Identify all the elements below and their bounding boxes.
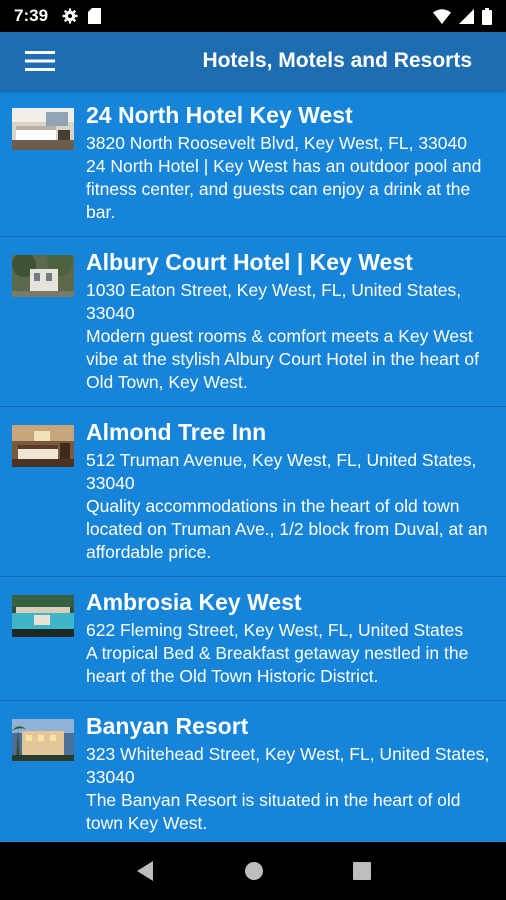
hotel-address: 3820 North Roosevelt Blvd, Key West, FL,… [86,133,467,153]
hotel-list-item[interactable]: Banyan Resort 323 Whitehead Street, Key … [0,701,506,842]
back-icon[interactable] [135,860,155,882]
battery-icon [482,7,492,25]
hotel-name: Ambrosia Key West [86,589,302,615]
home-icon[interactable] [244,861,264,881]
hotel-thumbnail [12,108,74,150]
hotel-address: 323 Whitehead Street, Key West, FL, Unit… [86,744,490,787]
hamburger-menu-icon[interactable] [0,32,80,90]
hotel-list-item[interactable]: Ambrosia Key West 622 Fleming Street, Ke… [0,577,506,701]
recents-icon[interactable] [353,862,372,880]
hotel-description: A tropical Bed & Breakfast getaway nestl… [86,643,469,686]
hotel-address: 622 Fleming Street, Key West, FL, United… [86,620,464,640]
hotel-thumbnail [12,719,74,761]
status-bar: 7:39 [0,0,506,32]
hotel-description: 24 North Hotel | Key West has an outdoor… [86,156,482,222]
hotel-address: 1030 Eaton Street, Key West, FL, United … [86,280,462,323]
hotel-address: 512 Truman Avenue, Key West, FL, United … [86,450,477,493]
hotel-name: Albury Court Hotel | Key West [86,249,413,275]
hotel-description: Modern guest rooms & comfort meets a Key… [86,326,479,392]
status-right-icons [433,7,492,25]
hotel-description: Quality accommodations in the heart of o… [86,496,488,562]
app-bar: Hotels, Motels and Resorts [0,32,506,90]
hotel-thumbnail [12,255,74,297]
app-title: Hotels, Motels and Resorts [202,49,472,72]
gear-icon [62,8,78,24]
hotel-description: The Banyan Resort is situated in the hea… [86,790,461,833]
hotel-name: 24 North Hotel Key West [86,102,353,128]
hotel-list-item[interactable]: 24 North Hotel Key West 3820 North Roose… [0,90,506,237]
hotel-list[interactable]: 24 North Hotel Key West 3820 North Roose… [0,90,506,842]
sim-card-icon [88,8,102,24]
hotel-list-item[interactable]: Albury Court Hotel | Key West 1030 Eaton… [0,237,506,407]
signal-icon [459,8,474,24]
status-time: 7:39 [14,6,49,25]
wifi-icon [433,8,451,24]
system-nav-bar [0,842,506,900]
hotel-list-item[interactable]: Almond Tree Inn 512 Truman Avenue, Key W… [0,407,506,577]
hotel-thumbnail [12,425,74,467]
hotel-name: Banyan Resort [86,713,249,739]
hotel-name: Almond Tree Inn [86,419,267,445]
hotel-thumbnail [12,595,74,637]
status-left-icons [62,8,102,24]
